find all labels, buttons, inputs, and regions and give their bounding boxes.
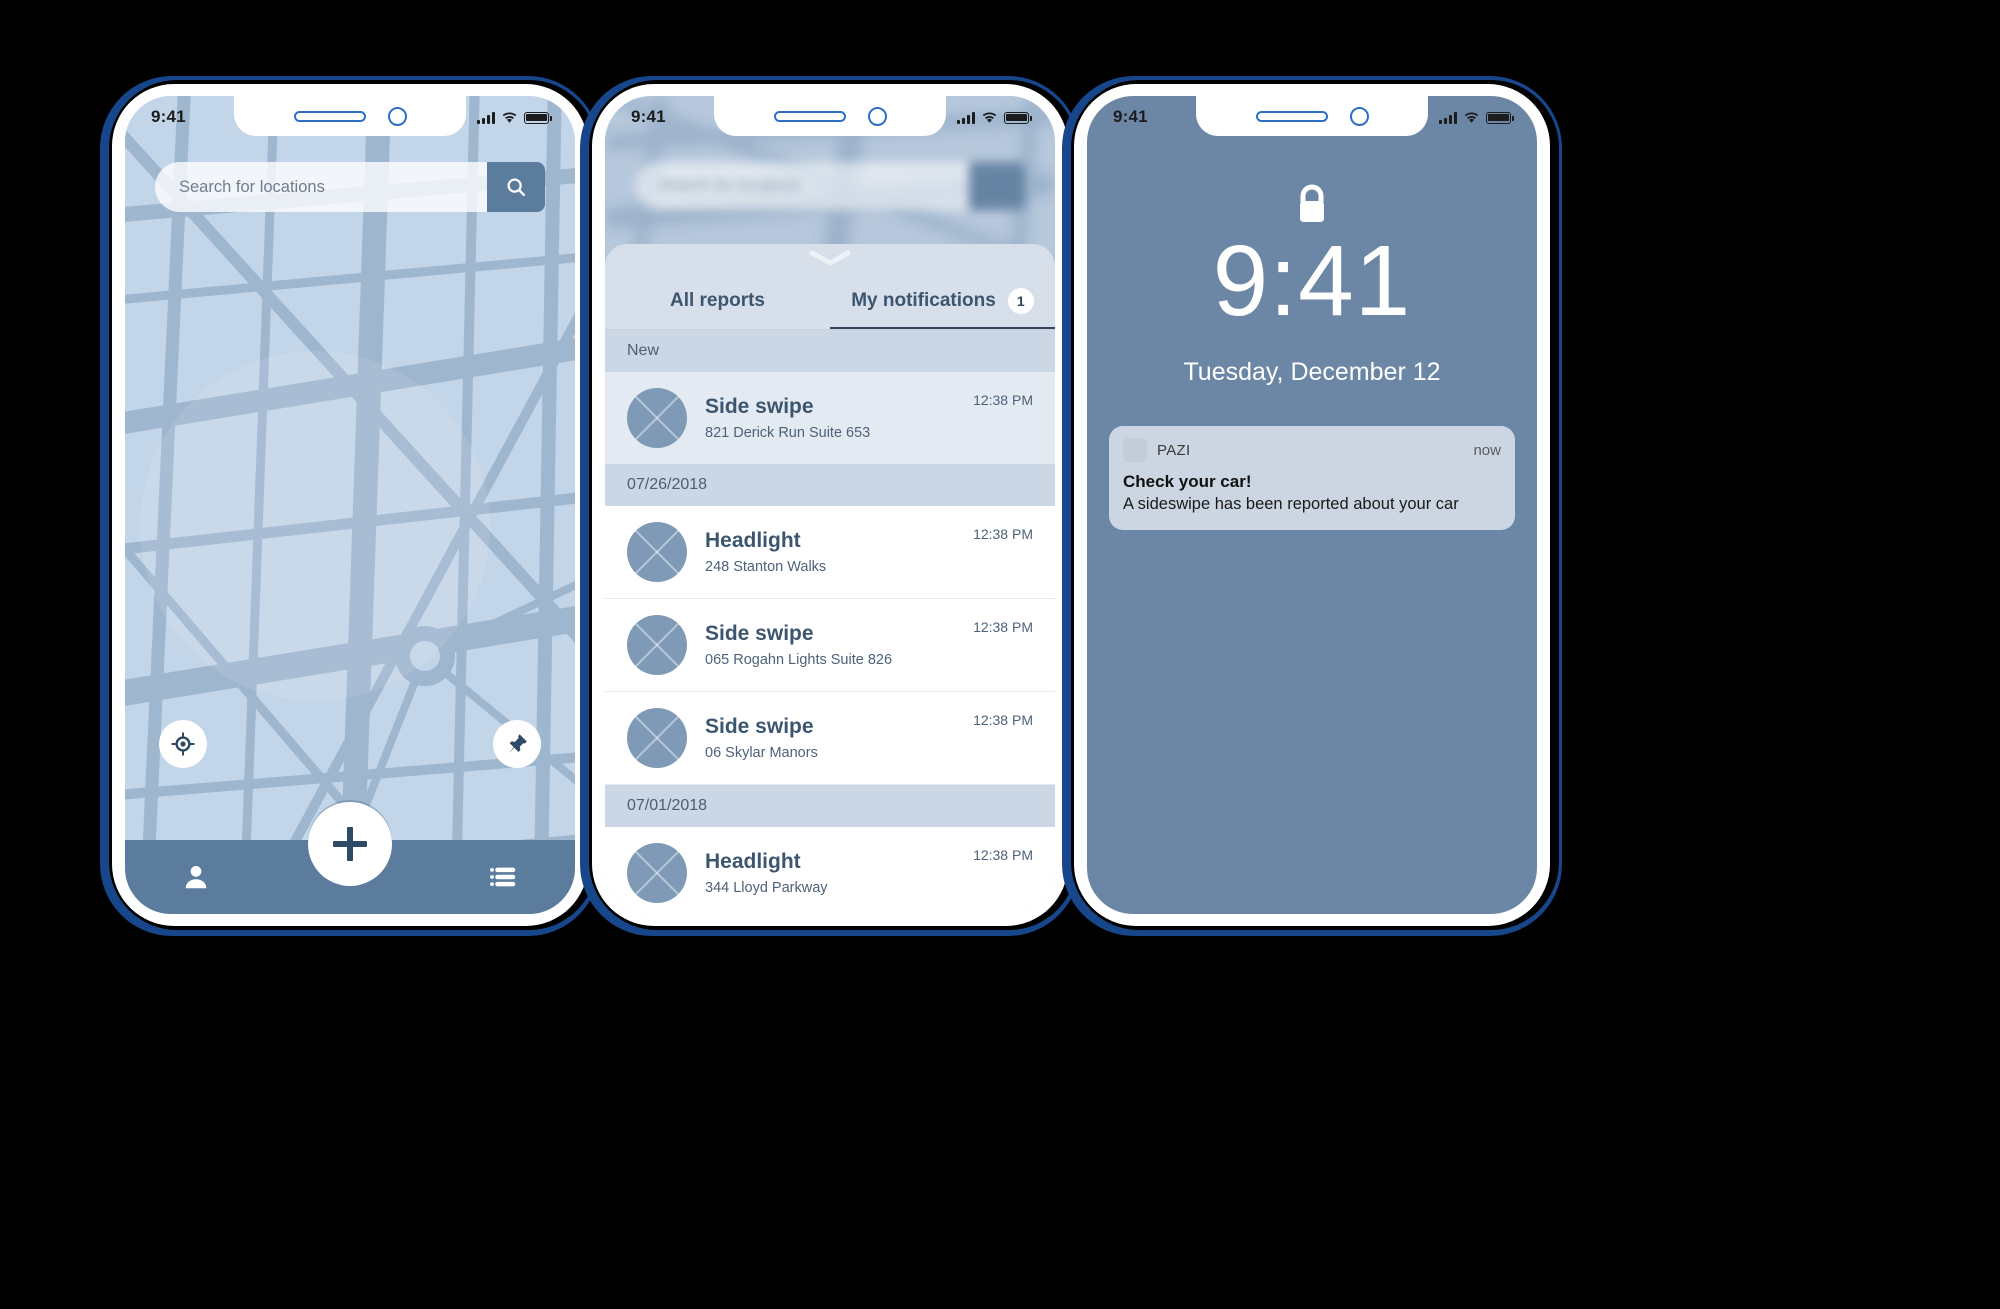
list-item[interactable]: Headlight 344 Lloyd Parkway 12:38 PM xyxy=(605,827,1055,914)
list-item-title: Headlight xyxy=(705,850,801,874)
locate-crosshair-icon xyxy=(171,732,195,756)
phone-screen: 9:41 Tuesday, December 12 PAZI now Check… xyxy=(1087,96,1537,914)
notch xyxy=(714,96,946,136)
blurred-search-bar: Search for locations xyxy=(635,162,1025,210)
nav-list-button[interactable] xyxy=(489,862,519,892)
list-item-address: 065 Rogahn Lights Suite 826 xyxy=(705,651,893,668)
avatar xyxy=(627,388,687,448)
list-item-address: 821 Derick Run Suite 653 xyxy=(705,424,871,441)
search-icon xyxy=(507,178,525,196)
list-item-main: Side swipe 065 Rogahn Lights Suite 826 xyxy=(705,622,955,667)
search-placeholder: Search for locations xyxy=(179,177,325,196)
list-item-main: Headlight 248 Stanton Walks xyxy=(705,529,955,574)
list-item-main: Side swipe 821 Derick Run Suite 653 xyxy=(705,395,955,440)
status-badge: 1 xyxy=(1007,288,1034,314)
locate-button[interactable] xyxy=(159,720,207,768)
list-item[interactable]: Side swipe 821 Derick Run Suite 653 12:3… xyxy=(605,372,1055,464)
list-item-main: Headlight 344 Lloyd Parkway xyxy=(705,850,955,895)
notification-header: PAZI now xyxy=(1123,438,1501,462)
notification-card[interactable]: PAZI now Check your car! A sideswipe has… xyxy=(1109,426,1515,530)
notification-timestamp: now xyxy=(1473,441,1501,459)
pazi-app-icon xyxy=(1123,438,1147,462)
lock-root: 9:41 Tuesday, December 12 PAZI now Check… xyxy=(1087,96,1537,914)
avatar xyxy=(627,708,687,768)
person-icon xyxy=(185,866,207,889)
phone-map-screen: Search for locations 9:41 xyxy=(100,76,600,936)
speaker-grill xyxy=(1255,110,1328,122)
list-item-time: 12:38 PM xyxy=(973,526,1033,542)
lock-closed-icon xyxy=(1300,184,1324,222)
plus-icon xyxy=(333,827,367,861)
reports-root: Search for locations All reports My noti… xyxy=(605,96,1055,914)
tab-bar: All reports My notifications 1 xyxy=(605,272,1055,330)
chevron-down-icon xyxy=(809,250,851,266)
speaker-grill xyxy=(293,110,366,122)
add-report-button[interactable] xyxy=(308,802,392,886)
search-button[interactable] xyxy=(487,162,545,212)
screenshot-stage: Search for locations 9:41 Search for loc… xyxy=(0,0,2000,1309)
front-camera xyxy=(1349,106,1369,126)
list-item-title: Headlight xyxy=(705,529,801,553)
avatar xyxy=(627,522,687,582)
map-canvas[interactable] xyxy=(125,96,575,914)
list-item-time: 12:38 PM xyxy=(973,619,1033,635)
tab-my-notifications[interactable]: My notifications 1 xyxy=(830,272,1055,330)
tab-all-reports[interactable]: All reports xyxy=(605,272,830,330)
pushpin-icon xyxy=(508,734,527,754)
search-bar[interactable]: Search for locations xyxy=(155,162,545,212)
search-input[interactable]: Search for locations xyxy=(155,162,487,212)
list-item[interactable]: Side swipe 065 Rogahn Lights Suite 826 1… xyxy=(605,599,1055,692)
list-item-address: 06 Skylar Manors xyxy=(705,744,818,761)
list-item-main: Side swipe 06 Skylar Manors xyxy=(705,715,955,760)
avatar xyxy=(627,615,687,675)
list-item[interactable]: Headlight 248 Stanton Walks 12:38 PM xyxy=(605,506,1055,599)
blurred-search-placeholder: Search for locations xyxy=(635,162,969,210)
section-header: New xyxy=(605,330,1055,372)
pin-button[interactable] xyxy=(493,720,541,768)
phone-screen: Search for locations All reports My noti… xyxy=(605,96,1055,914)
list-item-title: Side swipe xyxy=(705,715,814,739)
tab-all-reports-label: All reports xyxy=(669,290,766,311)
list-item[interactable]: Side swipe 06 Skylar Manors 12:38 PM xyxy=(605,692,1055,785)
tab-my-notifications-label: My notifications xyxy=(851,290,996,311)
list-item-time: 12:38 PM xyxy=(973,712,1033,728)
list-item-time: 12:38 PM xyxy=(973,847,1033,863)
avatar xyxy=(627,843,687,903)
notification-app-name: PAZI xyxy=(1157,441,1191,459)
speaker-grill xyxy=(773,110,846,122)
phone-lock-screen: 9:41 Tuesday, December 12 PAZI now Check… xyxy=(1062,76,1562,936)
notch xyxy=(234,96,466,136)
reports-list[interactable]: New Side swipe 821 Derick Run Suite 653 … xyxy=(605,330,1055,914)
sheet-grabber[interactable] xyxy=(605,244,1055,272)
notch xyxy=(1196,96,1428,136)
phone-reports-screen: Search for locations All reports My noti… xyxy=(580,76,1080,936)
notification-title: Check your car! xyxy=(1123,472,1252,491)
list-item-address: 248 Stanton Walks xyxy=(705,558,827,575)
list-item-title: Side swipe xyxy=(705,622,814,646)
section-header: 07/26/2018 xyxy=(605,464,1055,506)
blurred-search-button xyxy=(969,162,1025,210)
list-item-time: 12:38 PM xyxy=(973,392,1033,408)
list-item-address: 344 Lloyd Parkway xyxy=(705,879,828,896)
map-graphic xyxy=(125,96,575,914)
reports-sheet: All reports My notifications 1 New Side … xyxy=(605,244,1055,914)
section-header: 07/01/2018 xyxy=(605,785,1055,827)
front-camera xyxy=(867,106,887,126)
notification-body: A sideswipe has been reported about your… xyxy=(1123,495,1459,513)
list-item-title: Side swipe xyxy=(705,395,814,419)
lock-date: Tuesday, December 12 xyxy=(1183,358,1441,386)
front-camera xyxy=(387,106,407,126)
lock-clock: 9:41 xyxy=(1212,225,1412,337)
list-lines-icon xyxy=(490,867,516,887)
phone-screen: Search for locations 9:41 xyxy=(125,96,575,914)
nav-profile-button[interactable] xyxy=(181,862,211,892)
